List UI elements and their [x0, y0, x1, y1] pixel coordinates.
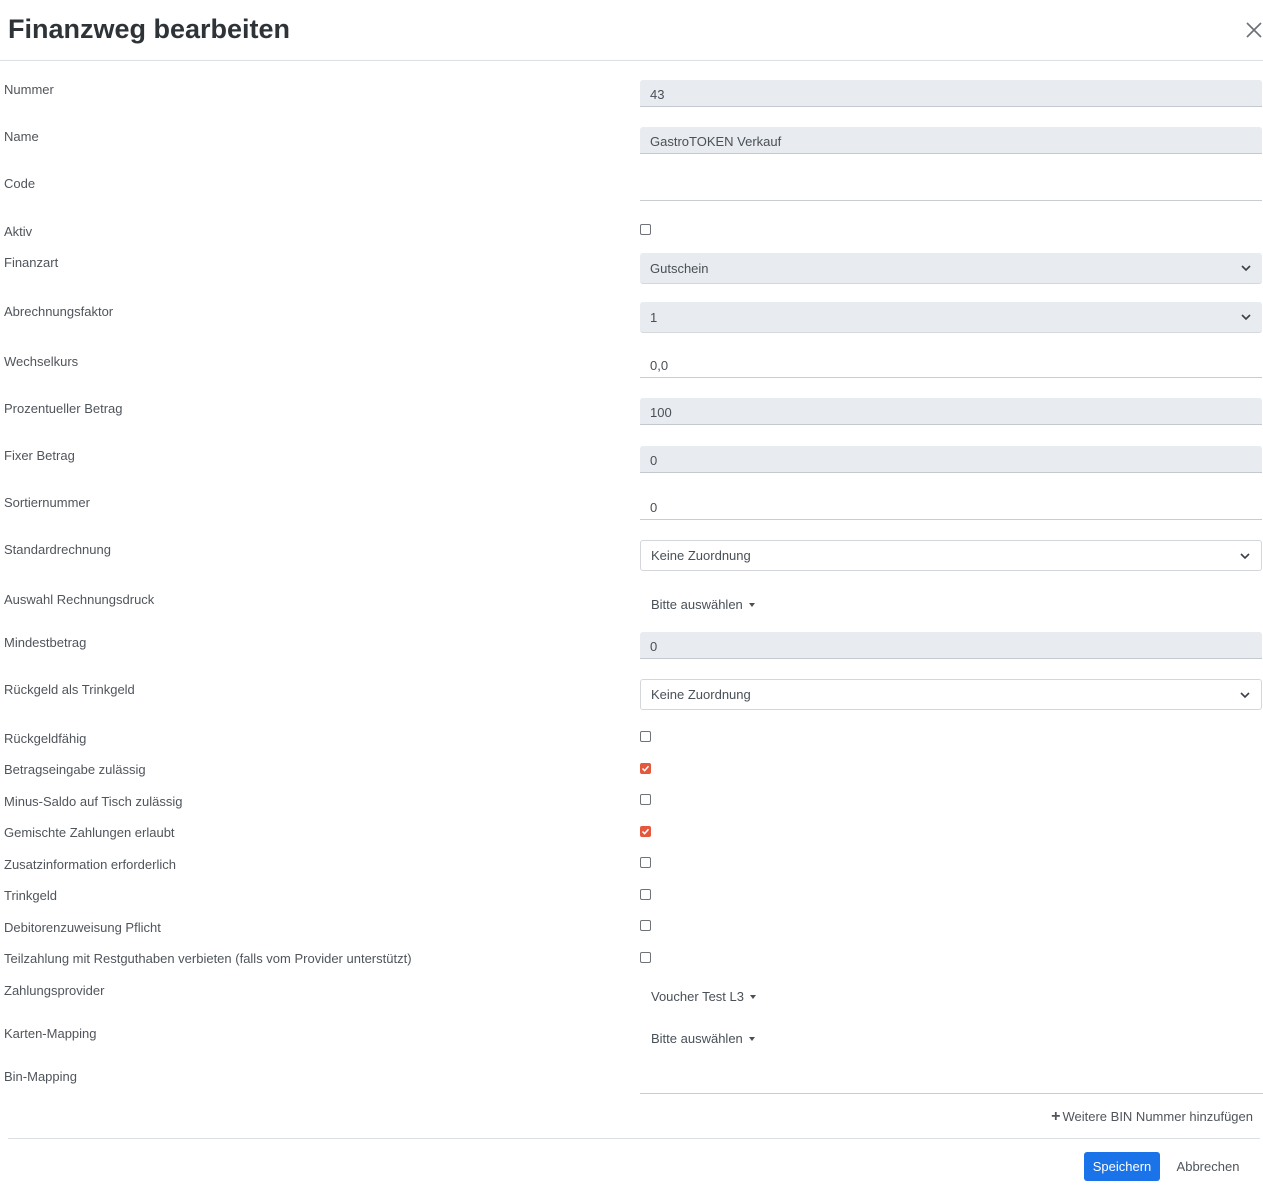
chevron-down-icon [1240, 692, 1250, 699]
zusatzinformation-label: Zusatzinformation erforderlich [4, 857, 176, 872]
auswahl-rechnungsdruck-value: Bitte auswählen [651, 597, 743, 612]
standardrechnung-label: Standardrechnung [4, 542, 111, 557]
trinkgeld-label: Trinkgeld [4, 888, 57, 903]
abrechnungsfaktor-value: 1 [650, 310, 658, 325]
mindestbetrag-value: 0 [650, 639, 658, 654]
bin-mapping-field[interactable] [640, 1093, 1263, 1094]
close-icon[interactable] [1243, 19, 1263, 41]
fixer-betrag-field[interactable]: 0 [640, 446, 1262, 473]
standardrechnung-value: Keine Zuordnung [651, 548, 751, 563]
auswahl-rechnungsdruck-dropdown[interactable]: Bitte auswählen [651, 597, 755, 612]
rueckgeldfaehig-label: Rückgeldfähig [4, 731, 87, 746]
zahlungsprovider-dropdown[interactable]: Voucher Test L3 [651, 989, 756, 1004]
wechselkurs-value: 0,0 [650, 358, 669, 373]
nummer-value: 43 [650, 87, 665, 102]
abrechnungsfaktor-select[interactable]: 1 [640, 302, 1262, 333]
zahlungsprovider-value: Voucher Test L3 [651, 989, 744, 1004]
debitorenzuweisung-label: Debitorenzuweisung Pflicht [4, 920, 161, 935]
rueckgeld-trinkgeld-label: Rückgeld als Trinkgeld [4, 682, 135, 697]
gemischte-zahlungen-checkbox[interactable] [640, 826, 651, 837]
trinkgeld-checkbox[interactable] [640, 889, 651, 900]
betragseingabe-label: Betragseingabe zulässig [4, 762, 146, 777]
caret-down-icon [750, 994, 756, 999]
sortiernummer-input[interactable]: 0 [640, 490, 1262, 520]
wechselkurs-label: Wechselkurs [4, 354, 79, 369]
fixer-betrag-label: Fixer Betrag [4, 448, 75, 463]
name-field[interactable]: GastroTOKEN Verkauf [640, 127, 1262, 154]
aktiv-label: Aktiv [4, 224, 33, 239]
wechselkurs-input[interactable]: 0,0 [640, 348, 1262, 378]
mindestbetrag-field[interactable]: 0 [640, 632, 1262, 659]
sortiernummer-value: 0 [650, 500, 658, 515]
zahlungsprovider-label: Zahlungsprovider [4, 983, 105, 998]
finanzart-value: Gutschein [650, 261, 709, 276]
chevron-down-icon [1241, 314, 1251, 321]
checkmark-icon [641, 765, 650, 772]
caret-down-icon [748, 1036, 755, 1041]
rueckgeld-trinkgeld-select[interactable]: Keine Zuordnung [640, 679, 1262, 710]
teilzahlung-checkbox[interactable] [640, 952, 651, 963]
fixer-betrag-value: 0 [650, 453, 658, 468]
cancel-button[interactable]: Abbrechen [1168, 1152, 1248, 1181]
finanzart-select[interactable]: Gutschein [640, 253, 1262, 284]
code-label: Code [4, 176, 36, 191]
name-value: GastroTOKEN Verkauf [650, 134, 782, 149]
chevron-down-icon [1240, 553, 1250, 560]
caret-down-icon [748, 602, 755, 607]
bin-mapping-label: Bin-Mapping [4, 1069, 77, 1084]
rueckgeldfaehig-checkbox[interactable] [640, 731, 651, 742]
dialog-title: Finanzweg bearbeiten [8, 14, 291, 44]
karten-mapping-dropdown[interactable]: Bitte auswählen [651, 1031, 755, 1046]
add-bin-button[interactable]: + Weitere BIN Nummer hinzufügen [1051, 1108, 1253, 1126]
minus-saldo-checkbox[interactable] [640, 794, 651, 805]
code-field[interactable] [640, 171, 1262, 201]
karten-mapping-value: Bitte auswählen [651, 1031, 743, 1046]
save-button[interactable]: Speichern [1084, 1152, 1160, 1181]
footer-divider [8, 1138, 1260, 1139]
gemischte-zahlungen-label: Gemischte Zahlungen erlaubt [4, 825, 175, 840]
prozentueller-betrag-value: 100 [650, 405, 672, 420]
betragseingabe-checkbox[interactable] [640, 763, 651, 774]
zusatzinformation-checkbox[interactable] [640, 857, 651, 868]
checkmark-icon [641, 828, 650, 835]
mindestbetrag-label: Mindestbetrag [4, 635, 87, 650]
prozentueller-betrag-field[interactable]: 100 [640, 398, 1262, 425]
add-bin-label: Weitere BIN Nummer hinzufügen [1062, 1109, 1253, 1124]
prozentueller-betrag-label: Prozentueller Betrag [4, 401, 123, 416]
nummer-label: Nummer [4, 82, 54, 97]
plus-icon: + [1051, 1108, 1061, 1125]
rueckgeld-trinkgeld-value: Keine Zuordnung [651, 687, 751, 702]
teilzahlung-label: Teilzahlung mit Restguthaben verbieten (… [4, 951, 412, 966]
chevron-down-icon [1241, 265, 1251, 272]
header-divider [0, 60, 1263, 61]
standardrechnung-select[interactable]: Keine Zuordnung [640, 540, 1262, 571]
debitorenzuweisung-checkbox[interactable] [640, 920, 651, 931]
sortiernummer-label: Sortiernummer [4, 495, 90, 510]
aktiv-checkbox[interactable] [640, 224, 651, 235]
nummer-field[interactable]: 43 [640, 80, 1262, 107]
name-label: Name [4, 129, 39, 144]
karten-mapping-label: Karten-Mapping [4, 1026, 97, 1041]
minus-saldo-label: Minus-Saldo auf Tisch zulässig [4, 794, 183, 809]
auswahl-rechnungsdruck-label: Auswahl Rechnungsdruck [4, 592, 155, 607]
abrechnungsfaktor-label: Abrechnungsfaktor [4, 304, 114, 319]
finanzart-label: Finanzart [4, 255, 59, 270]
